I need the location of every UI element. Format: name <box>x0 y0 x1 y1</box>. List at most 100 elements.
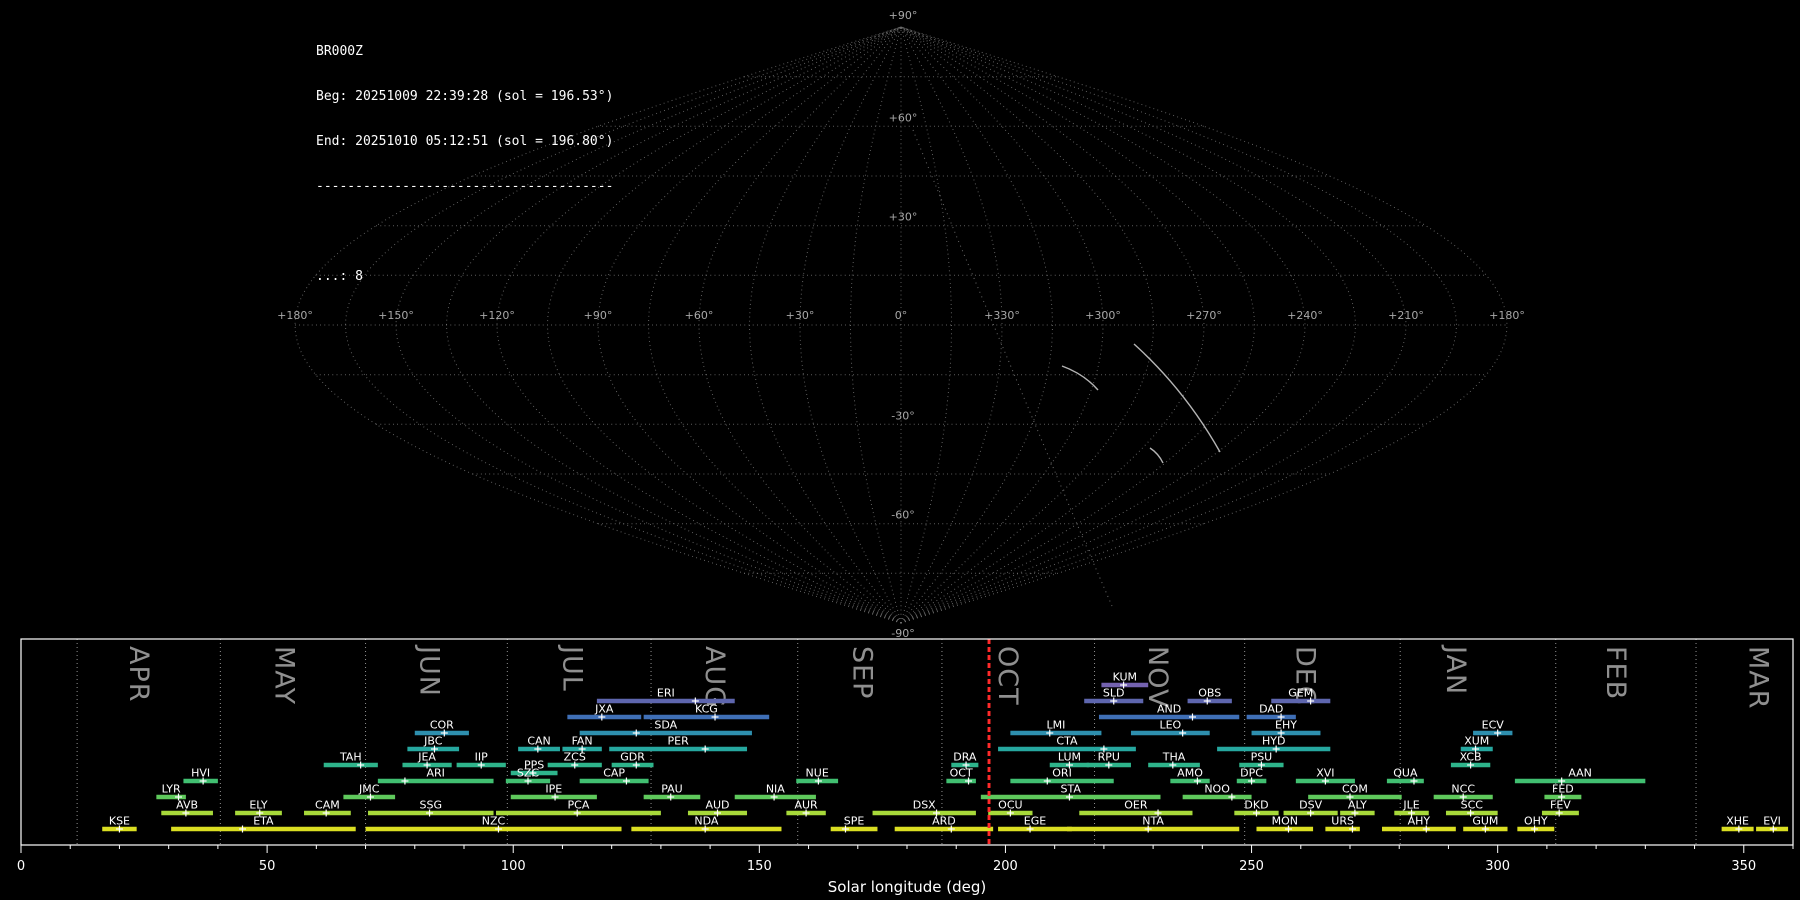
shower-HVI: HVI <box>183 767 218 785</box>
shower-code: AAN <box>1568 767 1592 780</box>
shower-TAH: TAH <box>323 751 378 769</box>
meteor-trail <box>1133 343 1221 453</box>
shower-GUM: GUM <box>1463 815 1508 833</box>
shower-code: LEO <box>1159 719 1181 732</box>
shower-AVB: AVB <box>161 799 213 817</box>
meridian-line <box>900 26 1508 624</box>
shower-ARI: ARI <box>377 767 494 785</box>
shower-code: MON <box>1272 815 1298 828</box>
shower-code: AHY <box>1408 815 1431 828</box>
x-tick-label: 150 <box>747 859 772 874</box>
shower-code: IPE <box>545 783 562 796</box>
shower-code: AVB <box>176 799 198 812</box>
shower-code: ERI <box>657 687 675 700</box>
shower-OHY: OHY <box>1517 815 1555 833</box>
shower-PAU: PAU <box>643 783 701 801</box>
shower-CAP: CAP <box>579 767 649 785</box>
month-label: JAN <box>1440 644 1471 695</box>
shower-code: LYR <box>162 783 181 796</box>
shower-code: GDR <box>620 751 645 764</box>
shower-code: NIA <box>766 783 785 796</box>
shower-code: EGE <box>1024 815 1046 828</box>
lon-label: +90° <box>584 309 613 322</box>
shower-code: DPC <box>1240 767 1263 780</box>
month-label: OCT <box>992 646 1023 706</box>
shower-code: KUM <box>1113 671 1137 684</box>
x-tick-label: 50 <box>259 859 276 874</box>
shower-AHY: AHY <box>1381 815 1456 833</box>
lat-label: +60° <box>889 111 918 124</box>
shower-code: COR <box>430 719 454 732</box>
shower-DSX: DSX <box>872 799 976 817</box>
shower-code: NTA <box>1142 815 1164 828</box>
shower-code: CAN <box>527 735 550 748</box>
lat-label: -60° <box>891 509 914 522</box>
shower-code: LMI <box>1046 719 1065 732</box>
lon-label: +120° <box>479 309 515 322</box>
shower-code: JLE <box>1402 799 1419 812</box>
meridian-line <box>799 26 902 624</box>
shower-code: EVI <box>1763 815 1781 828</box>
meteor-trail <box>1149 447 1164 464</box>
shower-AAN: AAN <box>1514 767 1646 785</box>
ecliptic-line <box>912 129 1113 607</box>
shower-code: OCU <box>998 799 1022 812</box>
shower-OER: OER <box>1079 799 1193 817</box>
shower-LEO: LEO <box>1130 719 1210 737</box>
shower-code: JBC <box>423 735 443 748</box>
meridian-line <box>900 26 1054 624</box>
shower-code: URS <box>1331 815 1354 828</box>
shower-code: NCC <box>1451 783 1475 796</box>
shower-URS: URS <box>1325 815 1360 833</box>
shower-code: NOO <box>1204 783 1230 796</box>
shower-code: PAU <box>661 783 683 796</box>
shower-NTA: NTA <box>1066 815 1240 833</box>
meridian-line <box>546 26 902 624</box>
shower-ETA: ETA <box>171 815 356 833</box>
lon-label: +60° <box>685 309 714 322</box>
shower-code: AUR <box>794 799 818 812</box>
shower-PCA: PCA <box>495 799 661 817</box>
shower-code: SSG <box>420 799 443 812</box>
shower-code: DSV <box>1299 799 1322 812</box>
shower-IIP: IIP <box>456 751 506 769</box>
shower-code: DAD <box>1259 703 1283 716</box>
shower-code: OHY <box>1524 815 1548 828</box>
shower-code: PSU <box>1251 751 1273 764</box>
shower-code: ORI <box>1052 767 1072 780</box>
month-label: JUL <box>556 644 587 692</box>
shower-code: GEM <box>1288 687 1313 700</box>
shower-KSE: KSE <box>102 815 137 833</box>
shower-code: IIP <box>475 751 488 764</box>
shower-code: LUM <box>1058 751 1081 764</box>
lon-label: +180° <box>277 309 313 322</box>
lon-label: +300° <box>1085 309 1121 322</box>
shower-code: OER <box>1124 799 1148 812</box>
shower-code: KCG <box>695 703 718 716</box>
month-label: MAY <box>268 646 299 705</box>
shower-code: AND <box>1157 703 1181 716</box>
shower-NDA: NDA <box>631 815 782 833</box>
shower-code: QUA <box>1393 767 1418 780</box>
shower-code: XCB <box>1460 751 1482 764</box>
x-axis-title: Solar longitude (deg) <box>828 878 986 896</box>
lon-label: +180° <box>1489 309 1525 322</box>
shower-EGE: EGE <box>998 815 1072 833</box>
sky-map: +180° +150° +120° +90° +60° +30° 0° +330° +300° +… <box>277 9 1525 640</box>
lon-label: +150° <box>378 309 414 322</box>
shower-code: SCC <box>1461 799 1484 812</box>
lon-label: +30° <box>786 309 815 322</box>
shower-code: ARI <box>426 767 444 780</box>
shower-code: ELY <box>249 799 268 812</box>
shower-code: CAP <box>603 767 625 780</box>
shower-code: HYD <box>1262 735 1285 748</box>
shower-OCT: OCT <box>946 767 976 785</box>
shower-code: TAH <box>339 751 362 764</box>
shower-SPE: SPE <box>830 815 878 833</box>
month-label: APR <box>123 646 154 703</box>
shower-NUE: NUE <box>796 767 839 785</box>
shower-code: FAN <box>572 735 593 748</box>
shower-code: PCA <box>568 799 590 812</box>
shower-code: PER <box>667 735 689 748</box>
shower-QUA: QUA <box>1386 767 1424 785</box>
